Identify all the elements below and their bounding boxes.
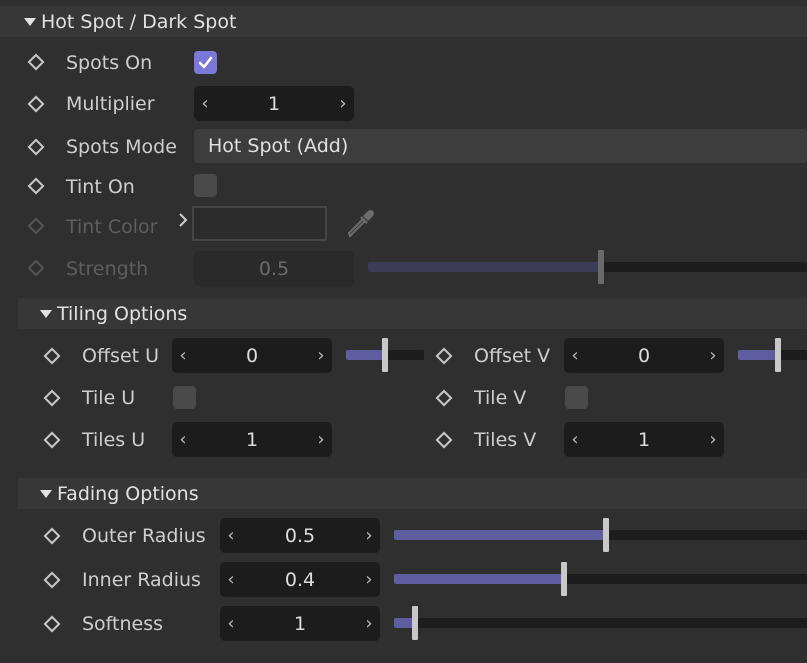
outer-radius-stepper[interactable]: ‹ 0.5 › xyxy=(220,518,380,553)
inner-radius-label: Inner Radius xyxy=(82,569,201,591)
strength-label: Strength xyxy=(66,258,149,280)
triangle-down-icon xyxy=(40,489,52,498)
tint-color-label: Tint Color xyxy=(66,216,158,238)
offset-u-value[interactable]: 0 xyxy=(188,345,316,367)
section-title-fading: Fading Options xyxy=(57,482,199,505)
increment-arrow-icon[interactable]: › xyxy=(364,613,374,634)
multiplier-value[interactable]: 1 xyxy=(210,93,338,115)
decrement-arrow-icon[interactable]: ‹ xyxy=(178,429,188,450)
tint-on-label: Tint On xyxy=(66,176,135,198)
outer-radius-slider-fill xyxy=(394,530,606,540)
offset-u-label: Offset U xyxy=(82,345,160,367)
offset-u-slider-fill xyxy=(346,350,385,360)
keyframe-diamond-icon[interactable] xyxy=(27,53,45,71)
decrement-arrow-icon[interactable]: ‹ xyxy=(226,525,236,546)
keyframe-diamond-icon[interactable] xyxy=(27,138,45,156)
tile-v-label: Tile V xyxy=(474,387,527,409)
offset-u-slider-handle[interactable] xyxy=(382,338,388,372)
section-header-tiling[interactable]: Tiling Options xyxy=(18,298,807,329)
section-header-fading[interactable]: Fading Options xyxy=(18,478,807,509)
checkmark-icon xyxy=(198,56,213,69)
inner-radius-stepper[interactable]: ‹ 0.4 › xyxy=(220,562,380,597)
keyframe-diamond-icon[interactable] xyxy=(43,431,61,449)
keyframe-diamond-icon[interactable] xyxy=(43,347,61,365)
decrement-arrow-icon[interactable]: ‹ xyxy=(570,429,580,450)
triangle-down-icon xyxy=(40,309,52,318)
offset-v-label: Offset V xyxy=(474,345,551,367)
inner-radius-value[interactable]: 0.4 xyxy=(236,569,364,591)
tint-color-swatch[interactable] xyxy=(192,206,327,241)
chevron-right-icon[interactable] xyxy=(178,212,188,228)
offset-v-slider[interactable] xyxy=(738,338,807,372)
increment-arrow-icon[interactable]: › xyxy=(316,345,326,366)
keyframe-diamond-icon[interactable] xyxy=(435,389,453,407)
outer-radius-slider[interactable] xyxy=(394,518,807,552)
inner-radius-slider[interactable] xyxy=(394,562,807,596)
inner-radius-slider-handle[interactable] xyxy=(561,562,567,596)
decrement-arrow-icon[interactable]: ‹ xyxy=(178,345,188,366)
strength-slider xyxy=(368,250,807,284)
softness-slider-handle[interactable] xyxy=(412,606,418,640)
increment-arrow-icon[interactable]: › xyxy=(708,429,718,450)
offset-u-slider[interactable] xyxy=(346,338,424,372)
section-title-tiling: Tiling Options xyxy=(57,302,188,325)
strength-stepper: 0.5 xyxy=(194,251,354,286)
tiles-v-stepper[interactable]: ‹ 1 › xyxy=(564,422,724,457)
tiles-u-stepper[interactable]: ‹ 1 › xyxy=(172,422,332,457)
outer-radius-label: Outer Radius xyxy=(82,525,206,547)
outer-radius-slider-handle[interactable] xyxy=(603,518,609,552)
tile-u-label: Tile U xyxy=(82,387,136,409)
strength-slider-fill xyxy=(368,262,601,272)
decrement-arrow-icon[interactable]: ‹ xyxy=(570,345,580,366)
keyframe-diamond-icon[interactable] xyxy=(43,571,61,589)
multiplier-label: Multiplier xyxy=(66,93,155,115)
tile-v-checkbox[interactable] xyxy=(565,386,588,409)
keyframe-diamond-icon[interactable] xyxy=(27,177,45,195)
eyedropper-icon[interactable] xyxy=(344,206,378,240)
spots-on-label: Spots On xyxy=(66,52,153,74)
keyframe-diamond-icon[interactable] xyxy=(435,431,453,449)
strength-slider-handle xyxy=(598,250,604,284)
keyframe-diamond-icon[interactable] xyxy=(43,615,61,633)
decrement-arrow-icon[interactable]: ‹ xyxy=(200,93,210,114)
increment-arrow-icon[interactable]: › xyxy=(364,525,374,546)
increment-arrow-icon[interactable]: › xyxy=(364,569,374,590)
keyframe-diamond-icon[interactable] xyxy=(43,527,61,545)
offset-v-slider-fill xyxy=(738,350,778,360)
spots-mode-label: Spots Mode xyxy=(66,136,177,158)
keyframe-diamond-icon[interactable] xyxy=(27,95,45,113)
increment-arrow-icon[interactable]: › xyxy=(708,345,718,366)
triangle-down-icon xyxy=(24,17,36,26)
offset-v-slider-handle[interactable] xyxy=(775,338,781,372)
outer-radius-value[interactable]: 0.5 xyxy=(236,525,364,547)
tile-u-checkbox[interactable] xyxy=(173,386,196,409)
softness-stepper[interactable]: ‹ 1 › xyxy=(220,606,380,641)
offset-v-stepper[interactable]: ‹ 0 › xyxy=(564,338,724,373)
keyframe-diamond-icon[interactable] xyxy=(43,389,61,407)
increment-arrow-icon[interactable]: › xyxy=(338,93,348,114)
tiles-u-value[interactable]: 1 xyxy=(188,429,316,451)
keyframe-diamond-icon xyxy=(27,259,45,277)
multiplier-stepper[interactable]: ‹ 1 › xyxy=(194,86,354,121)
softness-slider[interactable] xyxy=(394,606,807,640)
tiles-v-label: Tiles V xyxy=(474,429,537,451)
softness-value[interactable]: 1 xyxy=(236,613,364,635)
offset-u-stepper[interactable]: ‹ 0 › xyxy=(172,338,332,373)
decrement-arrow-icon[interactable]: ‹ xyxy=(226,613,236,634)
offset-v-value[interactable]: 0 xyxy=(580,345,708,367)
section-header-hotspot[interactable]: Hot Spot / Dark Spot xyxy=(0,6,807,37)
softness-label: Softness xyxy=(82,613,164,635)
spots-mode-dropdown[interactable]: Hot Spot (Add) xyxy=(194,129,807,163)
increment-arrow-icon[interactable]: › xyxy=(316,429,326,450)
decrement-arrow-icon[interactable]: ‹ xyxy=(226,569,236,590)
section-title-hotspot: Hot Spot / Dark Spot xyxy=(41,10,237,33)
tint-on-checkbox[interactable] xyxy=(194,174,217,197)
tiles-u-label: Tiles U xyxy=(82,429,146,451)
strength-value: 0.5 xyxy=(258,257,290,280)
spots-on-checkbox[interactable] xyxy=(194,51,217,74)
keyframe-diamond-icon[interactable] xyxy=(435,347,453,365)
inner-radius-slider-fill xyxy=(394,574,564,584)
keyframe-diamond-icon xyxy=(27,217,45,235)
tiles-v-value[interactable]: 1 xyxy=(580,429,708,451)
